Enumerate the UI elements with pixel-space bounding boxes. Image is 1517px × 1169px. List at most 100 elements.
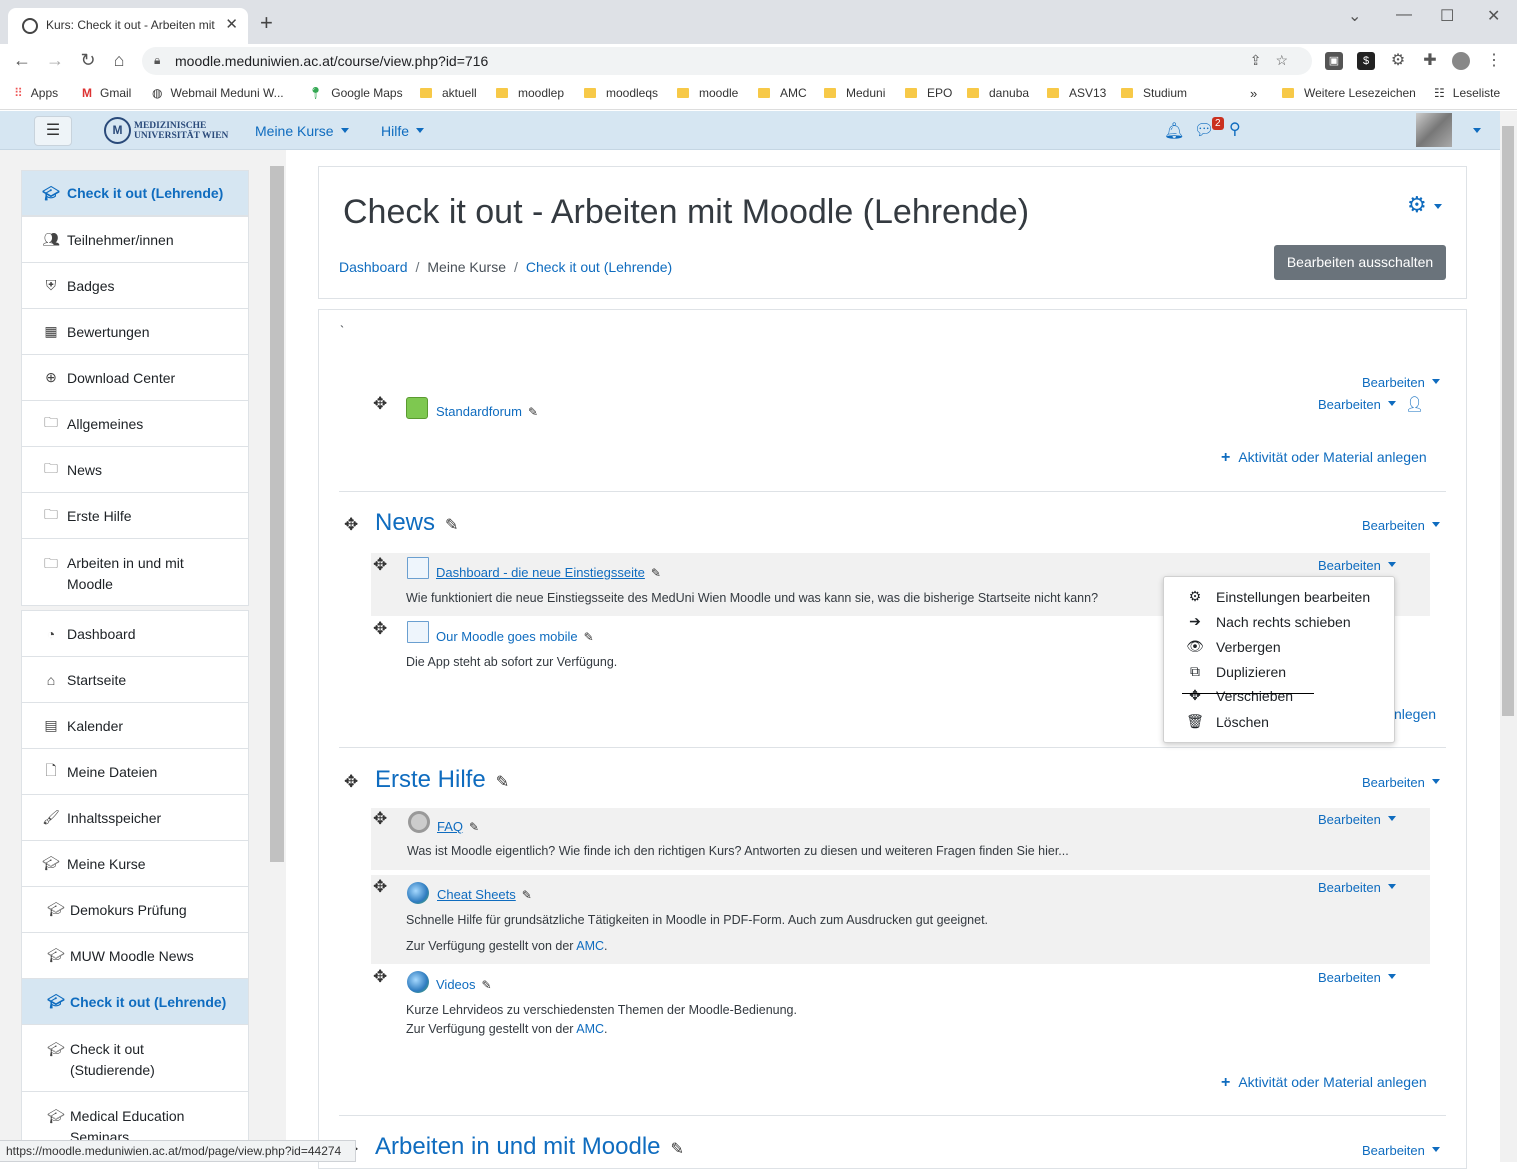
bookmark-other-folder[interactable]: Weitere Lesezeichen — [1282, 86, 1416, 100]
back-icon[interactable]: ← — [10, 50, 34, 71]
bookmark-gmail[interactable]: M Gmail — [82, 86, 131, 100]
breadcrumb-dashboard[interactable]: Dashboard — [339, 259, 408, 275]
drawer-item-files[interactable]: 🗋 Meine Dateien — [21, 748, 249, 795]
pencil-icon[interactable]: ✎ — [528, 405, 538, 419]
bookmark-webmail[interactable]: ◍ Webmail Meduni W... — [152, 86, 284, 100]
bookmark-folder[interactable]: Studium — [1121, 86, 1187, 100]
close-window-icon[interactable]: ✕ — [1487, 6, 1500, 26]
menu-item-move-right[interactable]: Nach rechts schieben — [1216, 614, 1351, 630]
notification-bell-icon[interactable]: 🔔︎ — [1164, 121, 1184, 141]
pencil-icon[interactable]: ✎ — [496, 772, 509, 792]
activity-link-mobile[interactable]: Our Moodle goes mobile ✎ — [436, 629, 594, 644]
drawer-item-grades[interactable]: ▦ Bewertungen — [21, 308, 249, 355]
menu-item-move[interactable]: Verschieben — [1216, 688, 1293, 704]
add-activity-button[interactable]: + Aktivität oder Material anlegen — [1221, 1074, 1427, 1092]
share-icon[interactable]: ⇪ — [1250, 52, 1276, 68]
section-title-first-aid[interactable]: Erste Hilfe ✎ — [375, 766, 509, 794]
move-icon[interactable]: ✥ — [373, 877, 387, 897]
new-tab-icon[interactable]: + — [260, 10, 273, 36]
bookmark-folder[interactable]: ASV13 — [1047, 86, 1106, 100]
drawer-item-download-center[interactable]: ⊕ Download Center — [21, 354, 249, 401]
bookmark-folder[interactable]: moodle — [677, 86, 738, 100]
move-icon[interactable]: ✥ — [344, 772, 358, 792]
drawer-item-my-courses[interactable]: 🎓︎ Meine Kurse — [21, 840, 249, 887]
star-icon[interactable]: ☆ — [1275, 52, 1302, 68]
drawer-item-dashboard[interactable]: ◔ Dashboard — [21, 610, 249, 657]
bookmark-folder[interactable]: EPO — [905, 86, 952, 100]
section-edit-menu[interactable]: Bearbeiten — [1362, 518, 1440, 533]
menu-item-duplicate[interactable]: Duplizieren — [1216, 664, 1286, 680]
course-settings-gear-icon[interactable]: ⚙ — [1407, 192, 1442, 218]
profile-icon[interactable] — [1452, 52, 1470, 70]
bookmark-folder[interactable]: moodlep — [496, 86, 564, 100]
omnibox-actions[interactable]: ⇪☆ — [1250, 52, 1302, 69]
drawer-item-home[interactable]: ⌂ Startseite — [21, 656, 249, 703]
pencil-icon[interactable]: ✎ — [482, 978, 492, 992]
activity-edit-menu-open[interactable]: Bearbeiten — [1318, 558, 1396, 573]
activity-link-forum[interactable]: Standardforum ✎ — [436, 404, 538, 419]
address-bar[interactable]: 🔒︎ moodle.meduniwien.ac.at/course/view.p… — [142, 47, 1312, 75]
extension-icon[interactable]: $ — [1357, 52, 1375, 70]
bookmark-google-maps[interactable]: 📍︎ Google Maps — [308, 86, 403, 100]
more-bookmarks-chevron-icon[interactable]: » — [1250, 86, 1257, 101]
kebab-menu-icon[interactable]: ⋮ — [1485, 52, 1503, 70]
move-icon[interactable]: ✥ — [344, 515, 358, 535]
drawer-item-course-current[interactable]: 🎓︎ Check it out (Lehrende) — [21, 978, 249, 1025]
section-title-working[interactable]: Arbeiten in und mit Moodle ✎ — [375, 1133, 684, 1161]
activity-link-dashboard[interactable]: Dashboard - die neue Einstiegsseite ✎ — [436, 565, 661, 580]
breadcrumb-course[interactable]: Check it out (Lehrende) — [526, 259, 672, 275]
add-activity-button-partial[interactable]: nlegen — [1394, 706, 1436, 722]
menu-item-edit-settings[interactable]: Einstellungen bearbeiten — [1216, 589, 1370, 605]
bookmark-folder[interactable]: AMC — [758, 86, 807, 100]
drawer-item-section-working[interactable]: 🗀 Arbeiten in und mit Moodle — [21, 538, 249, 606]
activity-edit-menu[interactable]: Bearbeiten — [1318, 812, 1396, 827]
amc-link[interactable]: AMC — [576, 1022, 604, 1036]
activity-link-faq[interactable]: FAQ ✎ — [437, 819, 479, 834]
drawer-item-badges[interactable]: ⛨ Badges — [21, 262, 249, 309]
section-edit-menu[interactable]: Bearbeiten — [1362, 375, 1440, 390]
move-icon[interactable]: ✥ — [373, 809, 387, 829]
activity-edit-menu[interactable]: Bearbeiten — [1318, 970, 1396, 985]
move-icon[interactable]: ✥ — [373, 619, 387, 639]
bookmark-folder[interactable]: danuba — [967, 86, 1029, 100]
menu-item-delete[interactable]: Löschen — [1216, 714, 1269, 730]
home-icon[interactable]: ⌂ — [107, 50, 131, 71]
pencil-icon[interactable]: ✎ — [671, 1139, 684, 1159]
add-activity-button[interactable]: + Aktivität oder Material anlegen — [1221, 449, 1427, 467]
reload-icon[interactable]: ↻ — [76, 50, 100, 71]
activity-edit-menu[interactable]: Bearbeiten — [1318, 397, 1396, 412]
user-menu-chevron-icon[interactable] — [1466, 123, 1481, 139]
drawer-item-course-news[interactable]: 🎓︎ MUW Moodle News — [21, 932, 249, 979]
user-avatar[interactable] — [1416, 113, 1452, 147]
pencil-icon[interactable]: ✎ — [522, 888, 532, 902]
pencil-icon[interactable]: ✎ — [651, 566, 661, 580]
close-tab-icon[interactable]: ✕ — [225, 15, 238, 33]
activity-link-cheat-sheets[interactable]: Cheat Sheets ✎ — [437, 887, 532, 902]
chevron-down-icon[interactable]: ⌄ — [1348, 6, 1361, 26]
bookmark-apps[interactable]: ⠿ Apps — [14, 86, 58, 100]
my-courses-menu[interactable]: Meine Kurse — [255, 123, 349, 139]
pencil-icon[interactable]: ✎ — [445, 515, 458, 535]
reading-list[interactable]: ☷ Leseliste — [1434, 86, 1500, 100]
pencil-icon[interactable]: ✎ — [469, 820, 479, 834]
activity-link-videos[interactable]: Videos ✎ — [436, 977, 492, 992]
drawer-scrollbar-thumb[interactable] — [270, 166, 284, 862]
extension-icon[interactable]: ▣ — [1325, 52, 1343, 70]
section-title-news[interactable]: News ✎ — [375, 509, 458, 537]
browser-tab[interactable]: Kurs: Check it out - Arbeiten mit Moodle… — [8, 8, 248, 44]
edit-off-button[interactable]: Bearbeiten ausschalten — [1274, 245, 1446, 280]
section-edit-menu[interactable]: Bearbeiten — [1362, 1143, 1440, 1158]
forward-icon[interactable]: → — [43, 50, 67, 71]
menu-item-hide[interactable]: Verbergen — [1216, 639, 1281, 655]
section-edit-menu[interactable]: Bearbeiten — [1362, 775, 1440, 790]
search-icon[interactable]: ⚲ — [1229, 119, 1241, 139]
drawer-toggle-button[interactable]: ☰ — [34, 116, 72, 146]
bookmark-folder[interactable]: Meduni — [824, 86, 885, 100]
minimize-icon[interactable]: — — [1396, 6, 1412, 24]
move-icon[interactable]: ✥ — [373, 967, 387, 987]
maximize-icon[interactable]: ☐ — [1440, 6, 1454, 26]
settings-extension-icon[interactable]: ⚙ — [1389, 52, 1407, 70]
amc-link[interactable]: AMC — [576, 939, 604, 953]
drawer-item-section-news[interactable]: 🗀 News — [21, 446, 249, 493]
drawer-item-course[interactable]: 🎓︎ Check it out (Lehrende) — [21, 170, 249, 216]
